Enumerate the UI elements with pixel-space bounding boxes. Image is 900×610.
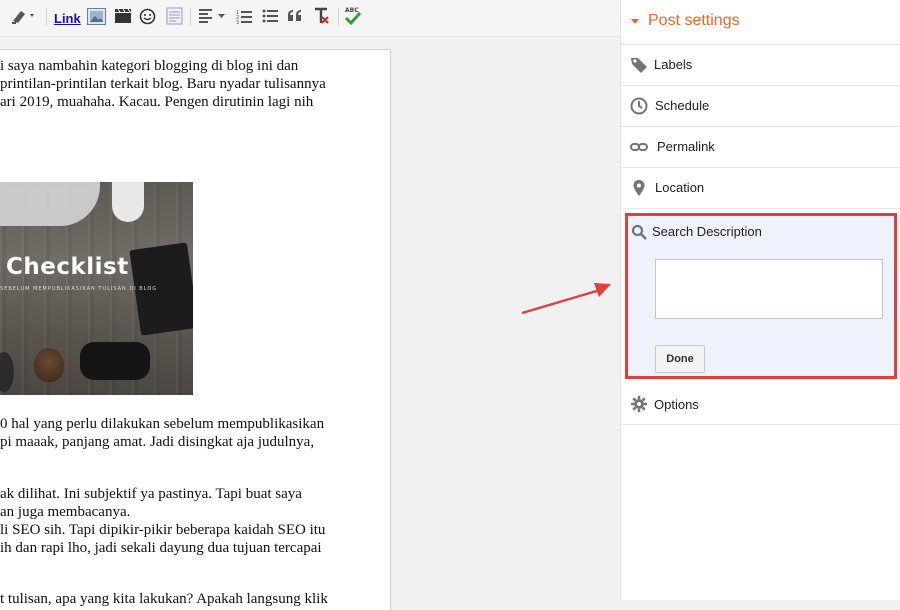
paragraph-line: ak dilihat. Ini subjektif ya pastinya. T… [0,486,302,502]
editor-area: i saya nambahin kategori blogging di blo… [0,37,620,610]
binocular-shape [80,342,150,380]
paragraph-line: ari 2019, muahaha. Kacau. Pengen dirutin… [0,94,314,110]
leaf-shape [0,352,14,392]
toolbar-separator [190,8,191,26]
done-button[interactable]: Done [655,345,705,373]
paragraph-line: printilan-printilan terkait blog. Baru n… [0,76,326,92]
settings-item-labels[interactable]: Labels [621,45,900,86]
highlighter-icon[interactable] [10,6,38,26]
settings-item-schedule[interactable]: Schedule [621,86,900,127]
settings-item-label: Labels [654,57,693,72]
settings-item-label: Permalink [657,139,715,154]
search-description-panel: Search Description Done [625,213,897,379]
link-icon [630,143,648,151]
settings-item-location[interactable]: Location [621,168,900,209]
paragraph-line: an juga membacanya. [0,504,131,520]
emoji-icon[interactable] [139,6,156,26]
gear-icon [631,396,647,412]
caret-down-icon [631,19,639,24]
spellcheck-icon[interactable]: ABC [344,6,362,26]
settings-item-label: Location [655,180,705,195]
settings-item-label: Schedule [655,98,710,113]
toolbar-separator [46,8,47,26]
post-image[interactable]: Checklist SEBELUM MEMPUBLIKASIKAN TULISA… [0,182,193,395]
link-button[interactable]: Link [54,8,81,28]
paragraph-line: li SEO sih. Tapi dipikir-pikir beberapa … [0,522,326,538]
insert-video-icon[interactable] [114,6,132,26]
paragraph-line: 0 hal yang perlu dilakukan sebelum mempu… [0,416,325,432]
tag-icon [631,58,647,73]
toolbar-separator [338,8,339,26]
image-title: Checklist [6,254,129,280]
insert-image-icon[interactable] [87,6,106,26]
settings-item-label: Options [654,397,699,412]
search-description-input[interactable] [655,259,883,319]
bullet-list-icon[interactable] [262,6,278,26]
image-subtitle: SEBELUM MEMPUBLIKASIKAN TULISAN DI BLOG [0,286,158,292]
pinecone-shape [34,348,64,382]
svg-text:ABC: ABC [345,7,359,14]
editor-toolbar: Link 123 ABC [0,0,620,37]
clear-formatting-icon[interactable] [312,6,330,26]
post-settings-sidebar: Post settings Labels Schedule Permalink … [620,0,900,600]
paragraph-line: i saya nambahin kategori blogging di blo… [0,58,299,74]
align-icon[interactable] [198,6,228,26]
post-body-editor[interactable]: i saya nambahin kategori blogging di blo… [0,49,391,610]
laptop-shape [0,182,100,226]
paragraph-line: pi maaak, panjang amat. Jadi disingkat a… [0,434,315,450]
settings-item-options[interactable]: Options [621,384,900,425]
post-settings-header[interactable]: Post settings [621,0,900,45]
numbered-list-icon[interactable]: 123 [236,6,252,26]
quote-icon[interactable] [287,6,303,26]
jump-break-icon[interactable] [166,6,183,26]
clock-icon [630,97,648,115]
search-icon [631,224,647,240]
mouse-shape [112,182,144,222]
svg-text:3: 3 [236,20,239,24]
paragraph-line: ih dan rapi lho, jadi sekali dayung dua … [0,540,322,556]
settings-item-permalink[interactable]: Permalink [621,127,900,168]
post-settings-title: Post settings [648,12,740,29]
location-pin-icon [633,180,645,196]
search-description-label: Search Description [652,224,762,239]
